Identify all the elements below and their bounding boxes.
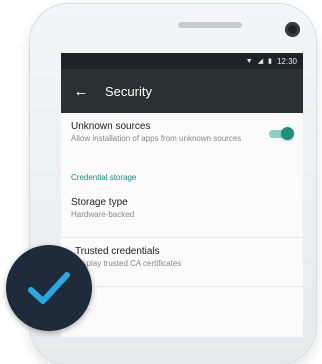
setting-subtitle: Hardware-backed <box>71 210 135 219</box>
unknown-sources-toggle[interactable] <box>269 127 294 140</box>
setting-title: Storage type <box>71 197 128 208</box>
signal-icon: ◢ <box>257 57 264 65</box>
back-arrow-icon[interactable]: ← <box>61 83 101 100</box>
checkmark-badge <box>6 245 92 331</box>
setting-title: Unknown sources <box>71 121 151 132</box>
status-bar: ▼ ◢ ▮ 12:30 <box>61 53 303 69</box>
page-title: Security <box>105 83 152 99</box>
setting-trusted-credentials[interactable]: Trusted credentials Display trusted CA c… <box>61 238 303 287</box>
setting-subtitle: Allow installation of apps from unknown … <box>71 134 242 143</box>
app-bar: ← Security <box>61 69 303 113</box>
section-header-credential-storage: Credential storage <box>71 173 137 182</box>
checkmark-icon <box>28 272 70 304</box>
setting-storage-type[interactable]: Storage type Hardware-backed <box>61 189 303 238</box>
setting-unknown-sources[interactable]: Unknown sources Allow installation of ap… <box>61 113 303 165</box>
setting-subtitle: Display trusted CA certificates <box>75 259 182 268</box>
battery-icon: ▮ <box>268 57 272 65</box>
toggle-knob <box>281 127 294 140</box>
wifi-icon: ▼ <box>245 57 253 65</box>
front-camera-icon <box>285 22 300 37</box>
setting-title: Trusted credentials <box>75 246 160 257</box>
earpiece <box>178 22 242 28</box>
status-time: 12:30 <box>276 56 297 66</box>
settings-list: Unknown sources Allow installation of ap… <box>61 113 303 287</box>
phone-screen: ▼ ◢ ▮ 12:30 ← Security Unknown sources A… <box>61 53 303 337</box>
